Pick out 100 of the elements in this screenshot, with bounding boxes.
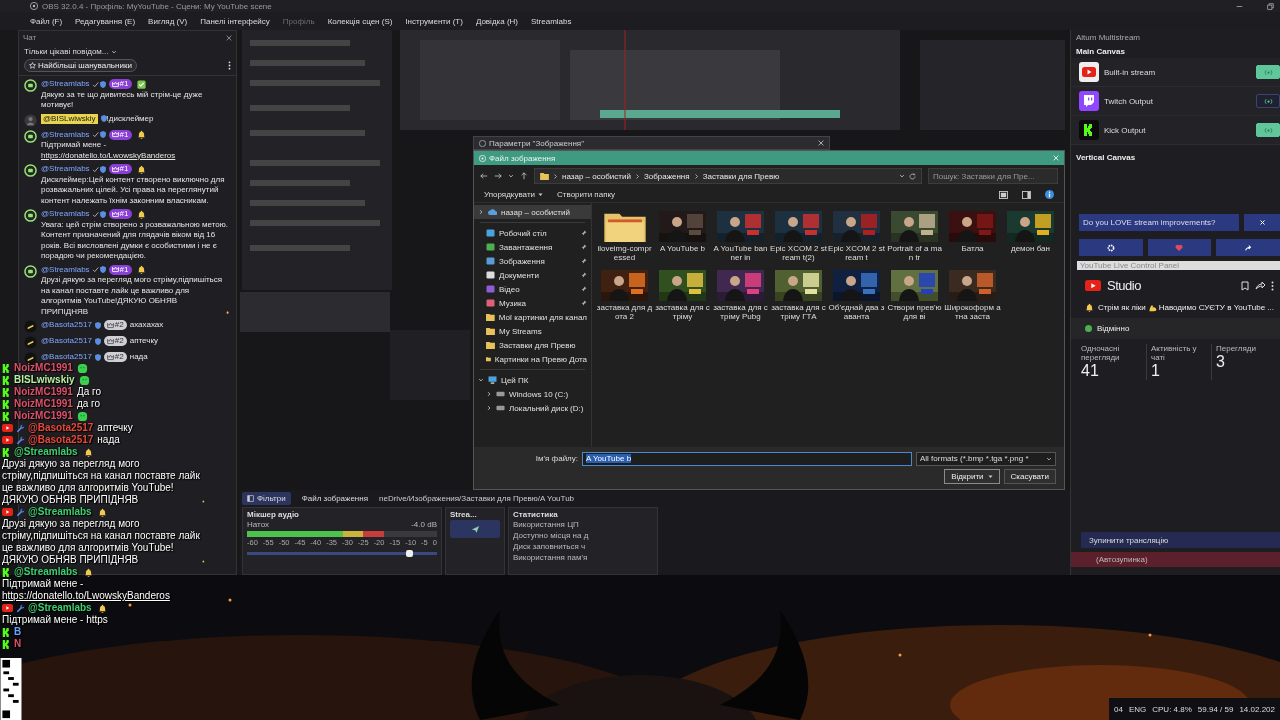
file-item[interactable]: Об'єднай два заванта — [828, 270, 885, 321]
refresh-icon — [909, 172, 916, 180]
menu-item[interactable]: Редагування (E) — [75, 16, 136, 26]
sidebar-item[interactable]: назар – особистий — [474, 205, 591, 219]
file-item[interactable]: Створи прев'ю для ві — [886, 270, 943, 321]
file-item[interactable]: A YouTube b — [654, 211, 711, 262]
view-icon — [999, 190, 1008, 199]
source-tab[interactable]: Файл зображення — [296, 492, 374, 505]
stream-toggle[interactable] — [1256, 123, 1280, 137]
chevron-down-icon — [899, 173, 905, 179]
settings-button[interactable] — [1079, 239, 1143, 256]
menu-item[interactable]: Колекція сцен (S) — [327, 16, 393, 26]
menu-item[interactable]: Streamlabs — [531, 16, 572, 26]
bell-icon — [1085, 303, 1094, 312]
link[interactable]: https://donatello.to/LwowskyBanderos — [2, 590, 170, 601]
avatar — [24, 79, 37, 92]
chat-author: N — [14, 638, 22, 650]
breadcrumb-item[interactable]: Зображення — [643, 171, 690, 181]
window-title: Параметри "Зображення" — [489, 138, 584, 148]
verified-icon — [91, 80, 99, 88]
stream-toggle[interactable] — [1256, 94, 1280, 108]
send-button[interactable] — [450, 520, 500, 538]
sidebar-item[interactable]: Цей ПК — [474, 373, 591, 387]
sidebar-item[interactable]: Відео — [474, 282, 591, 296]
address-bar[interactable]: назар – особистий Зображення Заставки для Превю — [534, 168, 922, 184]
toolbar-button[interactable]: Створити папку — [557, 190, 616, 199]
file-item[interactable]: iloveimg-compressed — [596, 211, 653, 262]
chat-author: @Streamlabs — [28, 506, 92, 518]
toolbar-button[interactable]: Упорядкувати — [484, 190, 544, 199]
channel-name: Натох — [247, 520, 269, 530]
sidebar-item[interactable]: Картинки на Превю Дота — [474, 352, 591, 366]
stop-stream-button[interactable]: Зупинити трансляцію — [1081, 532, 1280, 548]
more-icon — [228, 61, 231, 70]
message-text: Дисклеймер:Цей контент створено виключно для розважальних цілей. Усі права на переглянутий контент належать їхнім законним власникам. — [41, 174, 225, 205]
menu-item[interactable]: Довідка (H) — [475, 16, 518, 26]
dock-title: Strea... — [450, 510, 478, 519]
sidebar-item[interactable]: Робочий стіл — [474, 226, 591, 240]
menu-item[interactable]: Вигляд (V) — [148, 16, 188, 26]
menu-item[interactable]: Панелі інтерфейсу — [200, 16, 270, 26]
chat-filter-dropdown[interactable]: Тільки цікаві повідом... — [24, 47, 117, 56]
volume-slider[interactable] — [247, 552, 437, 555]
output-name: Kick Output — [1104, 125, 1147, 135]
file-item[interactable]: заставка для стріму ГТА — [770, 270, 827, 321]
sidebar-item[interactable]: Завантаження — [474, 240, 591, 254]
chevron-down-icon — [1046, 455, 1052, 462]
stat-label: Диск заповниться ч — [513, 542, 587, 552]
forward-icon — [494, 172, 502, 180]
top-fans-button[interactable]: Найбільші шанувальники — [24, 59, 137, 72]
more-icon — [1271, 280, 1274, 291]
sidebar-item[interactable]: Документи — [474, 268, 591, 282]
slider-thumb[interactable] — [406, 550, 414, 557]
sidebar-item[interactable]: Музика — [474, 296, 591, 310]
file-item[interactable]: Батла — [944, 211, 1001, 262]
dialog-button[interactable]: Скасувати — [1003, 469, 1056, 484]
rank-text: #2 — [114, 352, 124, 363]
file-item[interactable]: Epic XCOM 2 stream t(2) — [770, 211, 827, 262]
stream-toggle[interactable] — [1256, 65, 1280, 79]
file-item[interactable]: демон бан — [1002, 211, 1059, 262]
sidebar-item[interactable]: Мої картинки для канал — [474, 310, 591, 324]
file-item[interactable]: заставка для дота 2 — [596, 270, 653, 321]
close-icon — [226, 34, 232, 41]
crown-icon — [111, 165, 119, 173]
file-type-dropdown[interactable]: All formats (*.bmp *.tga *.png * — [916, 451, 1056, 466]
sidebar-item[interactable]: Зображення — [474, 254, 591, 268]
link[interactable]: https://donatello.to/LwowskyBanderos — [41, 150, 176, 160]
stat-label: Активність у чаті — [1151, 344, 1198, 362]
sidebar-item[interactable]: Windows 10 (C:) — [474, 387, 591, 401]
file-item[interactable]: заставка для стріму — [654, 270, 711, 321]
chat-author: NoizMC1991 — [14, 410, 73, 422]
sidebar-item[interactable]: Заставки для Превю — [474, 338, 591, 352]
chat-author: @Basota2517 — [28, 422, 94, 434]
breadcrumb-item[interactable]: назар – особистий — [562, 171, 631, 181]
search-field[interactable]: Пошук: Заставки для Пре... — [928, 168, 1058, 184]
file-item[interactable]: Epic XCOM 2 stream t — [828, 211, 885, 262]
menu-item[interactable]: Файл (F) — [30, 16, 63, 26]
love-button[interactable] — [1147, 239, 1212, 256]
status-dot — [1085, 325, 1092, 332]
file-item[interactable]: заставка для стріму Pubg — [712, 270, 769, 321]
sidebar-item[interactable]: My Streams — [474, 324, 591, 338]
filename-field[interactable]: A YouTube b — [582, 451, 912, 466]
file-item[interactable]: Portrait of a man tr — [886, 211, 943, 262]
source-tab[interactable]: Фільтри — [242, 492, 291, 505]
chat-author: NoizMC1991 — [14, 362, 73, 374]
sidebar-item[interactable]: Локальний диск (D:) — [474, 401, 591, 415]
file-item[interactable]: Широкоформ атна заста — [944, 270, 1001, 321]
rank-text: #2 — [114, 320, 124, 331]
bell-icon — [136, 130, 146, 140]
breadcrumb-item[interactable]: Заставки для Превю — [702, 171, 780, 181]
chat-author: B — [14, 626, 22, 638]
menu-item[interactable]: Інструменти (T) — [405, 16, 463, 26]
desktop-icon — [486, 229, 495, 237]
close-icon — [818, 140, 824, 146]
bell-icon — [136, 265, 146, 275]
download-icon — [486, 243, 495, 251]
file-item[interactable]: A YouTube banner in — [712, 211, 769, 262]
message-text: Дякую за те що дивитесь мій стрім-це дуже мотивує! — [41, 89, 203, 109]
volume-reading: -4.0 dB — [411, 520, 437, 530]
dialog-button[interactable]: Відкрити — [944, 469, 1000, 484]
chat-author: NoizMC1991 — [14, 386, 73, 398]
cloud-icon — [488, 209, 497, 215]
